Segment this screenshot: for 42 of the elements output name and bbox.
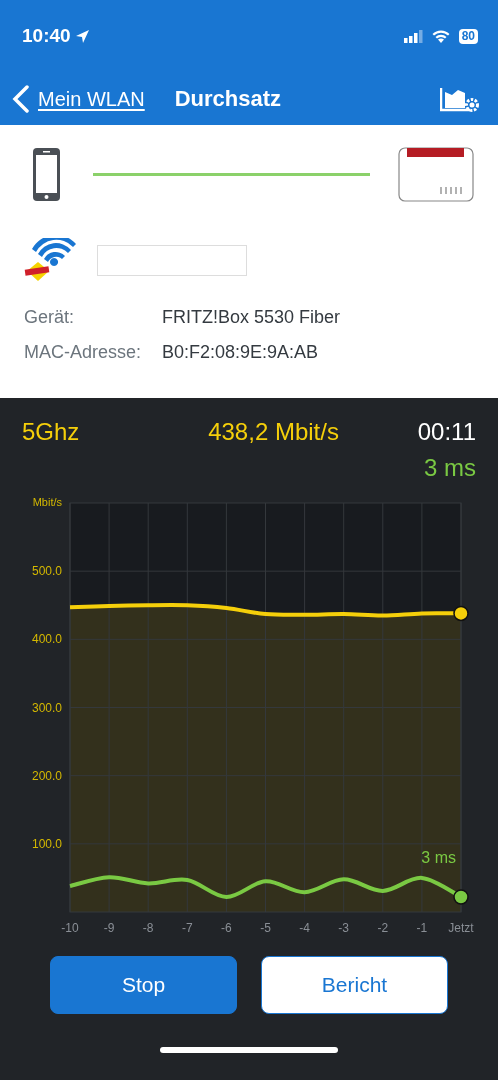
end-point-marker bbox=[453, 889, 469, 905]
detail-label: Gerät: bbox=[24, 306, 76, 329]
y-axis-label: 400.0 bbox=[31, 632, 62, 647]
status-time: 10:40 bbox=[22, 23, 71, 48]
elapsed-time: 00:11 bbox=[417, 417, 476, 447]
throughput-value: 438,2 Mbit/s bbox=[208, 417, 339, 447]
x-axis-label: -8 bbox=[142, 921, 154, 935]
y-axis-label: 500.0 bbox=[31, 564, 62, 579]
phone-icon bbox=[32, 147, 61, 202]
screen-title: Durchsatz bbox=[174, 85, 282, 113]
x-axis-label: -1 bbox=[416, 921, 428, 935]
end-point-marker bbox=[453, 605, 469, 622]
stop-button[interactable]: Stop bbox=[50, 956, 237, 1014]
y-axis-label: 200.0 bbox=[31, 768, 62, 783]
back-chevron-icon[interactable] bbox=[12, 84, 30, 113]
band-label: 5Ghz bbox=[22, 417, 80, 447]
battery-indicator: 80 bbox=[458, 28, 478, 44]
x-axis-label: -2 bbox=[377, 921, 389, 935]
x-axis-label: -9 bbox=[103, 921, 115, 935]
detail-value: B0:F2:08:9E:9A:AB bbox=[162, 341, 319, 364]
wifi-icon bbox=[430, 29, 451, 43]
y-axis-title: Mbit/s bbox=[32, 496, 62, 508]
report-button[interactable]: Bericht bbox=[261, 956, 448, 1014]
x-axis-label: -3 bbox=[338, 921, 350, 935]
detail-label: MAC-Adresse: bbox=[24, 341, 143, 364]
back-link[interactable]: Mein WLAN bbox=[38, 83, 145, 114]
fritz-wifi-logo-icon bbox=[24, 238, 77, 282]
x-axis-label: -10 bbox=[61, 921, 79, 935]
x-axis-label: Jetzt bbox=[448, 921, 474, 935]
series-label: 3 ms bbox=[421, 849, 456, 866]
signal-icon bbox=[403, 29, 423, 43]
x-axis-label: -4 bbox=[299, 921, 310, 935]
detail-value: FRITZ!Box 5530 Fiber bbox=[162, 306, 341, 329]
x-axis-label: -6 bbox=[221, 921, 232, 935]
router-icon bbox=[398, 147, 474, 202]
chart-settings-icon[interactable] bbox=[440, 85, 480, 112]
y-axis-label: 100.0 bbox=[31, 836, 62, 851]
y-axis-label: 300.0 bbox=[31, 700, 62, 715]
x-axis-label: -5 bbox=[260, 921, 271, 935]
location-arrow-icon bbox=[74, 28, 90, 44]
x-axis-label: -7 bbox=[181, 921, 193, 935]
latency-value: 3 ms bbox=[424, 453, 476, 483]
